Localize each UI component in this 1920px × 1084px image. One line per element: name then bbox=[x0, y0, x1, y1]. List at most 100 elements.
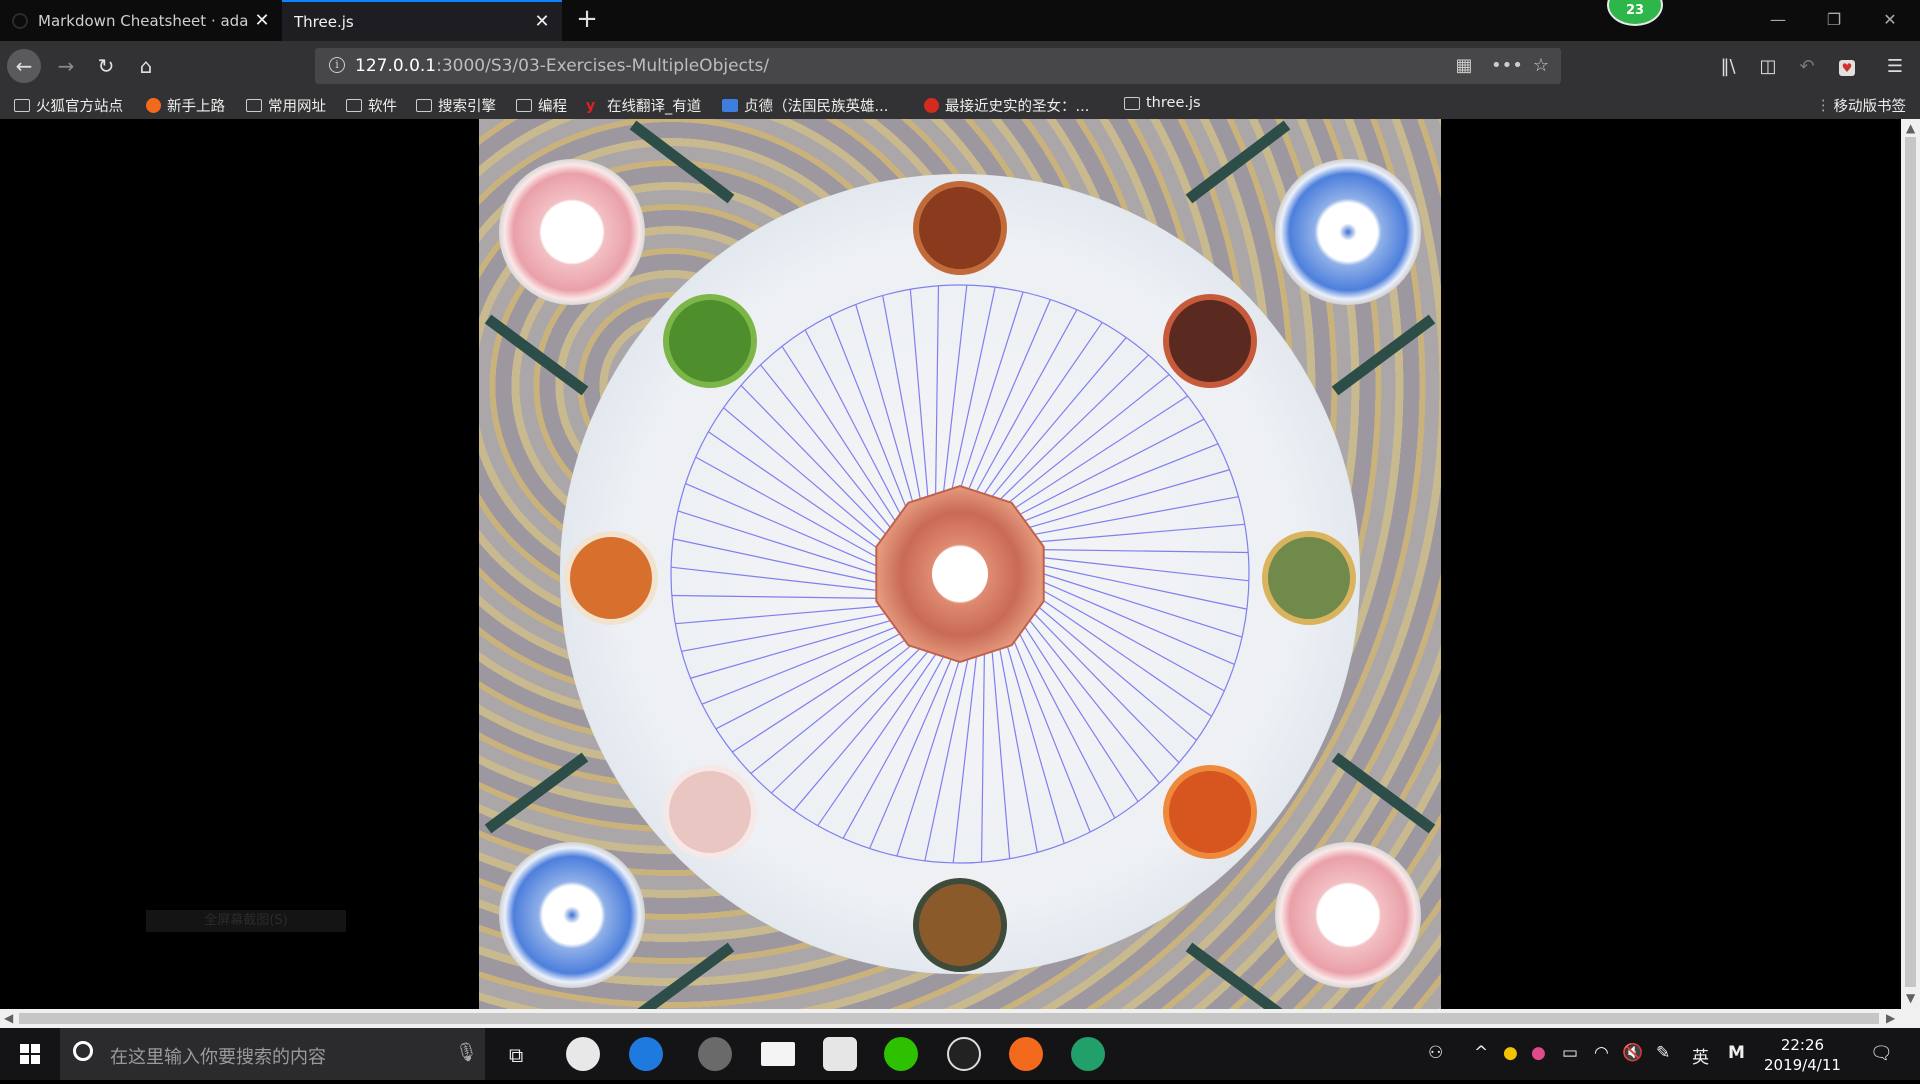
folder-icon bbox=[1124, 96, 1140, 110]
back-button[interactable]: ← bbox=[7, 49, 41, 83]
pen-icon[interactable]: ✎ bbox=[1656, 1043, 1670, 1063]
scroll-right-icon[interactable]: ▶ bbox=[1886, 1011, 1895, 1025]
firefox-icon bbox=[146, 98, 161, 113]
wechat-icon[interactable] bbox=[884, 1037, 918, 1071]
threejs-canvas[interactable] bbox=[479, 119, 1441, 1009]
restore-button[interactable]: ❐ bbox=[1812, 6, 1856, 34]
firefox-taskbar-icon[interactable] bbox=[1009, 1037, 1043, 1071]
dish-greens bbox=[1262, 531, 1356, 625]
bookmark-star-icon[interactable]: ☆ bbox=[1528, 54, 1554, 78]
taskbar-search[interactable]: 在这里输入你要搜索的内容 🎙 bbox=[60, 1028, 485, 1080]
qr-code-icon[interactable]: ▦ bbox=[1451, 54, 1477, 78]
scroll-up-icon[interactable]: ▲ bbox=[1906, 121, 1915, 135]
horizontal-scroll-thumb[interactable] bbox=[19, 1013, 1879, 1024]
tab-strip: Markdown Cheatsheet · ada ✕ Three.js ✕ +… bbox=[0, 0, 1920, 41]
close-tab-icon[interactable]: ✕ bbox=[252, 10, 272, 31]
forward-button[interactable]: → bbox=[49, 49, 83, 83]
dish-shrimp bbox=[663, 765, 757, 859]
bookmark-item[interactable]: 常用网址 bbox=[246, 95, 326, 116]
bookmark-item[interactable]: 搜索引擎 bbox=[416, 95, 496, 116]
address-bar[interactable]: i 127.0.0.1:3000/S3/03-Exercises-Multipl… bbox=[315, 48, 1561, 84]
menu-icon[interactable]: ☰ bbox=[1880, 52, 1910, 82]
fullscreen-screenshot-hint: 全屏幕截图(S) bbox=[146, 910, 346, 932]
taskbar: 在这里输入你要搜索的内容 🎙 ⧉ ⚇ ^ ● ● ▭ ◠ 🔇 ✎ 英 M 22:… bbox=[0, 1028, 1920, 1080]
chopstick bbox=[1331, 752, 1436, 834]
pocket-icon[interactable]: ♥ bbox=[1832, 52, 1862, 82]
folder-icon bbox=[516, 99, 532, 112]
dish-noodles bbox=[913, 878, 1007, 972]
sidebar-icon[interactable]: ◫ bbox=[1753, 52, 1783, 82]
blue-plate bbox=[1275, 159, 1421, 305]
task-view-icon[interactable]: ⧉ bbox=[509, 1043, 523, 1067]
chrome-icon[interactable] bbox=[1071, 1037, 1105, 1071]
search-placeholder: 在这里输入你要搜索的内容 bbox=[110, 1047, 326, 1068]
bookmarks-bar: 火狐官方站点 新手上路 常用网址 软件 搜索引擎 编程 y 在线翻译_有道 贞德（… bbox=[0, 91, 1920, 119]
reload-button[interactable]: ↻ bbox=[89, 49, 123, 83]
mobile-icon: ⋮ bbox=[1816, 97, 1831, 114]
chopstick bbox=[484, 314, 589, 396]
folder-icon bbox=[416, 99, 432, 112]
close-window-button[interactable]: ✕ bbox=[1868, 6, 1912, 34]
platter-hole bbox=[932, 546, 988, 602]
close-tab-icon[interactable]: ✕ bbox=[532, 11, 552, 32]
time-text: 22:26 bbox=[1780, 1036, 1825, 1054]
mail-icon[interactable] bbox=[761, 1042, 795, 1066]
notification-badge[interactable]: 23 bbox=[1607, 0, 1663, 26]
microphone-icon[interactable]: 🎙 bbox=[455, 1042, 478, 1063]
new-tab-button[interactable]: + bbox=[572, 5, 602, 35]
wifi-icon[interactable]: ◠ bbox=[1594, 1043, 1609, 1063]
tab-title: Markdown Cheatsheet · ada bbox=[38, 11, 249, 30]
minimize-button[interactable]: — bbox=[1756, 6, 1800, 34]
start-button[interactable] bbox=[0, 1028, 60, 1080]
tray-app-icon[interactable]: ● bbox=[1503, 1043, 1518, 1063]
volume-muted-icon[interactable]: 🔇 bbox=[1622, 1043, 1643, 1063]
bookmark-item[interactable]: 火狐官方站点 bbox=[14, 95, 123, 116]
cortana-icon bbox=[73, 1041, 93, 1061]
site-info-icon[interactable]: i bbox=[329, 57, 345, 73]
app-icon[interactable] bbox=[698, 1037, 732, 1071]
bookmark-item[interactable]: 新手上路 bbox=[146, 95, 225, 116]
battery-icon[interactable]: ▭ bbox=[1562, 1043, 1578, 1063]
mobile-bookmarks[interactable]: ⋮ 移动版书签 bbox=[1816, 95, 1906, 116]
weibo-icon bbox=[924, 98, 939, 113]
pink-plate bbox=[499, 159, 645, 305]
ime-indicator[interactable]: 英 bbox=[1692, 1043, 1709, 1068]
dish-fried-chicken bbox=[1163, 765, 1257, 859]
horizontal-scrollbar[interactable]: ◀ ▶ bbox=[0, 1009, 1920, 1028]
url-text[interactable]: 127.0.0.1:3000/S3/03-Exercises-MultipleO… bbox=[355, 56, 769, 76]
bookmark-item[interactable]: y 在线翻译_有道 bbox=[586, 95, 701, 116]
vertical-scroll-thumb[interactable] bbox=[1905, 137, 1916, 987]
people-icon[interactable]: ⚇ bbox=[1428, 1043, 1443, 1063]
undo-icon[interactable]: ↶ bbox=[1792, 52, 1822, 82]
scroll-left-icon[interactable]: ◀ bbox=[4, 1011, 13, 1025]
bookmark-item[interactable]: 软件 bbox=[346, 95, 397, 116]
more-actions-icon[interactable]: ••• bbox=[1491, 54, 1523, 78]
vertical-scrollbar[interactable]: ▲ ▼ bbox=[1901, 119, 1920, 1009]
bookmark-item[interactable]: 贞德（法国民族英雄... bbox=[722, 95, 888, 116]
tab-markdown-cheatsheet[interactable]: Markdown Cheatsheet · ada ✕ bbox=[0, 0, 282, 41]
page-content: 全屏幕截图(S) bbox=[0, 119, 1901, 1009]
loading-icon bbox=[12, 12, 28, 29]
qq-icon[interactable] bbox=[947, 1037, 981, 1071]
home-button[interactable]: ⌂ bbox=[129, 49, 163, 83]
notifications-icon[interactable]: 🗨 bbox=[1870, 1043, 1893, 1064]
ie-icon[interactable] bbox=[629, 1037, 663, 1071]
clock[interactable]: 22:26 2019/4/11 bbox=[1764, 1035, 1841, 1075]
dish-mixed-vegetables bbox=[564, 531, 658, 625]
chopstick bbox=[637, 942, 735, 1009]
app-icon[interactable] bbox=[566, 1037, 600, 1071]
bookmark-item[interactable]: 编程 bbox=[516, 95, 567, 116]
bookmark-item[interactable]: 最接近史实的圣女：... bbox=[924, 95, 1089, 116]
tray-app-icon[interactable]: ● bbox=[1531, 1043, 1546, 1063]
chopstick bbox=[1185, 120, 1291, 204]
folder-icon bbox=[246, 99, 262, 112]
windows-icon bbox=[20, 1044, 40, 1064]
show-hidden-icons[interactable]: ^ bbox=[1474, 1043, 1488, 1063]
scroll-down-icon[interactable]: ▼ bbox=[1906, 991, 1915, 1005]
tab-threejs[interactable]: Three.js ✕ bbox=[282, 0, 562, 41]
app-icon[interactable] bbox=[823, 1037, 857, 1071]
ime-mode-indicator[interactable]: M bbox=[1728, 1043, 1745, 1063]
bookmark-item[interactable]: three.js bbox=[1124, 95, 1201, 111]
library-icon[interactable]: ‖\ bbox=[1713, 52, 1743, 82]
chopstick bbox=[484, 752, 589, 834]
